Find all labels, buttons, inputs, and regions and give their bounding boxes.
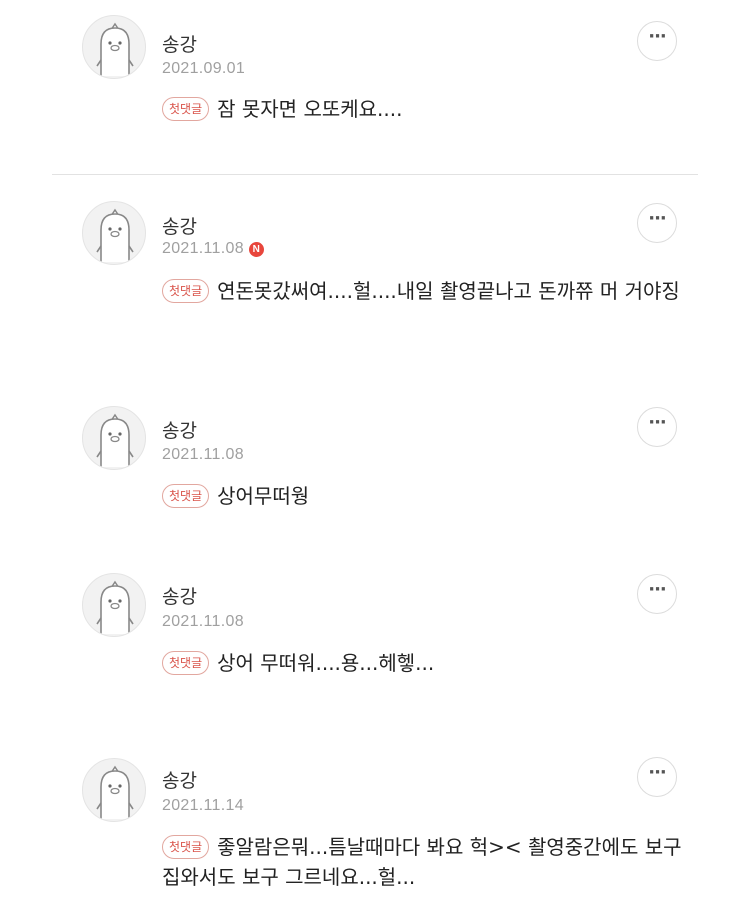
more-dots-icon: ··· [648,579,666,600]
comment-date: 2021.11.08 N [162,240,264,258]
date-text: 2021.11.08 [162,613,244,630]
more-dots-icon: ··· [648,26,666,47]
date-text: 2021.09.01 [162,60,246,77]
comment-author[interactable]: 송강 [162,582,197,609]
comment-text: 첫댓글 좋알람은뭐...틈날때마다 봐요 헉>< 촬영중간에도 보구 집와서도 보… [162,832,702,892]
avatar[interactable] [82,15,146,79]
comment-text: 첫댓글 상어무떠웡 [162,481,702,511]
comment-author[interactable]: 송강 [162,766,197,793]
comment-text: 첫댓글 잠 못자면 오또케요.... [162,94,702,124]
more-dots-icon: ··· [648,762,666,783]
avatar-character-icon [96,765,134,819]
avatar-character-icon [96,413,134,467]
first-comment-badge: 첫댓글 [162,651,210,675]
comment-body: 좋알람은뭐...틈날때마다 봐요 헉>< 촬영중간에도 보구 집와서도 보구 그… [162,835,682,889]
comment-author[interactable]: 송강 [162,30,197,57]
date-text: 2021.11.08 [162,240,244,257]
comment-author[interactable]: 송강 [162,212,197,239]
more-options-button[interactable]: ··· [637,757,677,797]
more-options-button[interactable]: ··· [637,407,677,447]
avatar[interactable] [82,406,146,470]
more-dots-icon: ··· [648,412,666,433]
first-comment-badge: 첫댓글 [162,279,210,303]
more-options-button[interactable]: ··· [637,203,677,243]
comment-text: 첫댓글 상어 무떠워....용...헤헿... [162,648,702,678]
comment-body: 상어무떠웡 [217,484,310,508]
avatar[interactable] [82,573,146,637]
comment-date: 2021.11.08 [162,613,244,631]
comment-date: 2021.11.08 [162,446,244,464]
avatar-character-icon [96,580,134,634]
more-dots-icon: ··· [648,208,666,229]
avatar-character-icon [96,208,134,262]
date-text: 2021.11.08 [162,446,244,463]
date-text: 2021.11.14 [162,797,244,814]
comment-text: 첫댓글 연돈못갔써여....헐....내일 촬영끝나고 돈까쮸 머 거야징 [162,276,702,306]
avatar-character-icon [96,22,134,76]
first-comment-badge: 첫댓글 [162,97,210,121]
comment-date: 2021.09.01 [162,60,245,78]
comment-body: 잠 못자면 오또케요.... [217,97,403,121]
avatar[interactable] [82,201,146,265]
comment-body: 연돈못갔써여....헐....내일 촬영끝나고 돈까쮸 머 거야징 [217,279,680,303]
comment-date: 2021.11.14 [162,797,244,815]
more-options-button[interactable]: ··· [637,574,677,614]
divider [52,174,698,175]
first-comment-badge: 첫댓글 [162,835,210,859]
avatar[interactable] [82,758,146,822]
more-options-button[interactable]: ··· [637,21,677,61]
first-comment-badge: 첫댓글 [162,484,210,508]
comment-author[interactable]: 송강 [162,416,197,443]
new-badge: N [248,242,264,257]
comment-body: 상어 무떠워....용...헤헿... [217,651,435,675]
